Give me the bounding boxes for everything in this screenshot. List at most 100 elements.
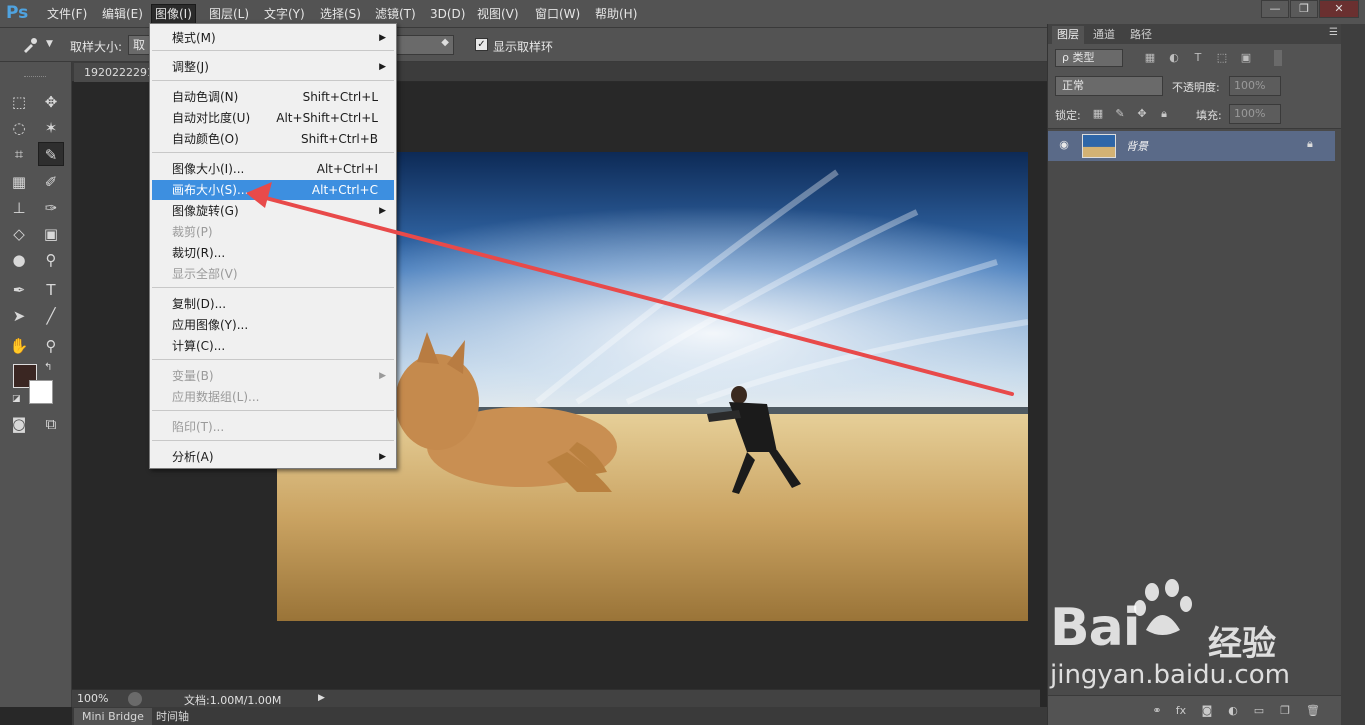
layer-name[interactable]: 背景 [1126,138,1148,154]
restore-button[interactable]: ❐ [1290,0,1318,18]
close-button[interactable]: ✕ [1319,0,1359,18]
menu-edit[interactable]: 编辑(E) [99,5,146,23]
menu-item-canvas-size[interactable]: 画布大小(S)... Alt+Ctrl+C [152,180,394,200]
menu-help[interactable]: 帮助(H) [592,5,640,23]
tool-preset-arrow-icon[interactable]: ▼ [46,39,53,49]
adjustment-layer-icon[interactable]: ◐ [1224,703,1242,719]
menu-filter[interactable]: 滤镜(T) [372,5,419,23]
opacity-field[interactable]: 100% [1229,76,1281,96]
add-mask-icon[interactable]: ◙ [1198,703,1216,719]
status-bar: 100% 文档:1.00M/1.00M ▶ [72,689,1040,707]
menu-image[interactable]: 图像(I) [151,4,196,24]
marquee-tool-icon[interactable]: ⬚ [6,90,32,114]
eraser-tool-icon[interactable]: ◇ [6,222,32,246]
menu-item-auto-contrast[interactable]: 自动对比度(U) Alt+Shift+Ctrl+L [152,108,394,128]
panel-dock-strip[interactable] [1341,24,1365,725]
menu-item-image-size[interactable]: 图像大小(I)... Alt+Ctrl+I [152,159,394,179]
menu-item-image-rotation[interactable]: 图像旋转(G) ▶ [152,201,394,221]
tab-paths[interactable]: 路径 [1125,26,1157,44]
bottom-panel-tabs: Mini Bridge 时间轴 [72,707,1047,725]
lock-position-icon[interactable]: ✥ [1134,106,1150,122]
menu-item-trap[interactable]: 陷印(T)... [152,417,394,437]
eyedropper-tool-icon[interactable]: ✎ [38,142,64,166]
menu-file[interactable]: 文件(F) [44,5,90,23]
hand-tool-icon[interactable]: ✋ [6,334,32,358]
new-group-icon[interactable]: ▭ [1250,703,1268,719]
brush-tool-icon[interactable]: ✐ [38,170,64,194]
filter-type-icon[interactable]: T [1190,50,1206,66]
filter-smart-object-icon[interactable]: ▣ [1238,50,1254,66]
status-arrow-icon[interactable]: ▶ [318,693,325,703]
sample-layers-select[interactable]: ◆ [396,35,454,55]
menu-item-adjustments[interactable]: 调整(J) ▶ [152,57,394,77]
move-tool-icon[interactable]: ✥ [38,90,64,114]
lock-transparent-icon[interactable]: ▦ [1090,106,1106,122]
menu-3d[interactable]: 3D(D) [427,5,468,23]
menu-item-trim[interactable]: 裁切(R)... [152,243,394,263]
history-brush-tool-icon[interactable]: ✑ [38,196,64,220]
fill-field[interactable]: 100% [1229,104,1281,124]
screen-mode-icon[interactable]: ⧉ [38,412,64,436]
path-selection-tool-icon[interactable]: ➤ [6,304,32,328]
lock-all-icon[interactable]: 🔒︎ [1156,106,1172,122]
watermark-brand-cn: 经验 [1208,624,1276,664]
gradient-tool-icon[interactable]: ▣ [38,222,64,246]
filter-pixel-icon[interactable]: ▦ [1142,50,1158,66]
menu-item-apply-image[interactable]: 应用图像(Y)... [152,315,394,335]
menu-select[interactable]: 选择(S) [317,5,364,23]
type-tool-icon[interactable]: T [38,278,64,302]
menu-item-reveal-all[interactable]: 显示全部(V) [152,264,394,284]
status-menu-icon[interactable] [128,692,142,706]
menu-item-variables[interactable]: 变量(B) ▶ [152,366,394,386]
menu-item-mode[interactable]: 模式(M) ▶ [152,28,394,48]
show-ring-checkbox[interactable]: ✓ [475,38,488,51]
tab-timeline[interactable]: 时间轴 [148,708,197,725]
new-layer-icon[interactable]: ❐ [1276,703,1294,719]
quick-mask-icon[interactable]: ◙ [6,412,32,436]
filter-shape-icon[interactable]: ⬚ [1214,50,1230,66]
layer-style-fx-icon[interactable]: fx [1172,703,1190,719]
layer-kind-filter[interactable]: ρ 类型 [1055,49,1123,67]
blend-mode-select[interactable]: 正常 [1055,76,1163,96]
filter-toggle[interactable] [1274,50,1282,66]
tab-channels[interactable]: 通道 [1088,26,1120,44]
menu-item-auto-color[interactable]: 自动颜色(O) Shift+Ctrl+B [152,129,394,149]
menu-item-calculations[interactable]: 计算(C)... [152,336,394,356]
filter-adjustment-icon[interactable]: ◐ [1166,50,1182,66]
visibility-eye-icon[interactable]: ◉ [1056,137,1072,153]
menu-view[interactable]: 视图(V) [474,5,522,23]
default-colors-icon[interactable]: ◪ [12,394,21,404]
tab-layers[interactable]: 图层 [1052,26,1084,44]
link-layers-icon[interactable]: ⚭ [1148,703,1166,719]
panel-menu-icon[interactable]: ☰ [1329,27,1338,38]
minimize-button[interactable]: — [1261,0,1289,18]
lasso-tool-icon[interactable]: ◌ [6,116,32,140]
menu-layer[interactable]: 图层(L) [206,5,252,23]
healing-brush-tool-icon[interactable]: ▦ [6,170,32,194]
dodge-tool-icon[interactable]: ⚲ [38,248,64,272]
blur-tool-icon[interactable]: ● [6,248,32,272]
menu-type[interactable]: 文字(Y) [261,5,308,23]
menu-item-apply-data-set[interactable]: 应用数据组(L)... [152,387,394,407]
tab-mini-bridge[interactable]: Mini Bridge [74,708,152,725]
document-tab[interactable]: 1920222291 [74,63,154,82]
zoom-level[interactable]: 100% [77,692,108,705]
crop-tool-icon[interactable]: ⌗ [6,142,32,166]
line-tool-icon[interactable]: ╱ [38,304,64,328]
pen-tool-icon[interactable]: ✒ [6,278,32,302]
background-color-swatch[interactable] [29,380,53,404]
menu-item-analysis[interactable]: 分析(A) ▶ [152,447,394,467]
lock-image-icon[interactable]: ✎ [1112,106,1128,122]
layer-row[interactable]: ◉ 背景 🔒︎ [1048,131,1335,161]
toolbar-grip[interactable] [24,76,46,79]
zoom-tool-icon[interactable]: ⚲ [38,334,64,358]
magic-wand-tool-icon[interactable]: ✶ [38,116,64,140]
eyedropper-icon[interactable] [22,37,38,53]
menu-window[interactable]: 窗口(W) [532,5,583,23]
delete-layer-icon[interactable]: 🗑︎ [1304,703,1322,719]
menu-item-crop[interactable]: 裁剪(P) [152,222,394,242]
swap-colors-icon[interactable]: ↰ [44,362,52,373]
clone-stamp-tool-icon[interactable]: ⊥ [6,196,32,220]
menu-item-auto-tone[interactable]: 自动色调(N) Shift+Ctrl+L [152,87,394,107]
menu-item-duplicate[interactable]: 复制(D)... [152,294,394,314]
